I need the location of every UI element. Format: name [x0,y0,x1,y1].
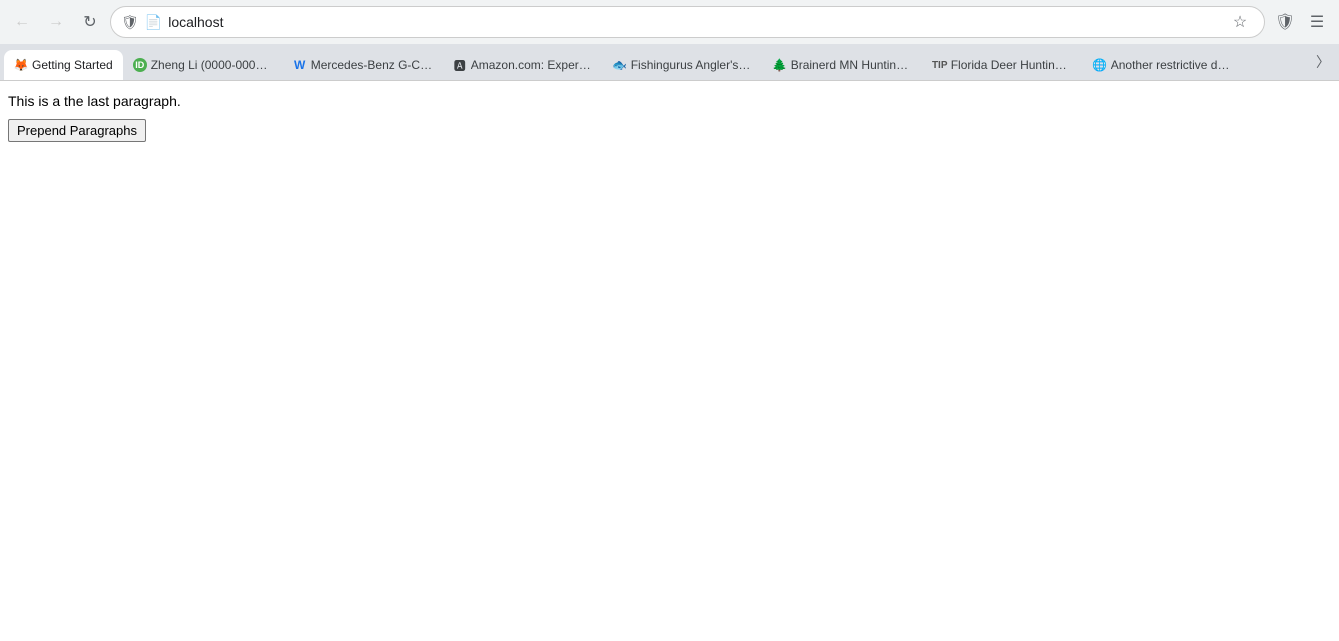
tab-favicon-getting-started: 🦊 [14,58,28,72]
tab-favicon-amazon: 🅰 [453,58,467,72]
tabs-bar: 🦊 Getting Started ID Zheng Li (0000-0002… [0,44,1339,80]
toolbar: ← → ↻ 🛡 📄 ☆ 🛡 ☰ [0,0,1339,44]
tab-label-amazon: Amazon.com: ExpertP... [471,58,593,72]
page-icon: 📄 [145,14,162,31]
tab-label-florida-deer: Florida Deer Hunting S... [951,58,1073,72]
tab-fishingurus[interactable]: 🐟 Fishingurus Angler's I... [603,50,763,80]
last-paragraph: This is a the last paragraph. [8,93,1331,109]
tab-getting-started[interactable]: 🦊 Getting Started [4,50,123,80]
tab-label-fishingurus: Fishingurus Angler's I... [631,58,753,72]
forward-button[interactable]: → [42,8,70,36]
bookmark-button[interactable]: ☆ [1226,8,1254,36]
tab-zheng-li[interactable]: ID Zheng Li (0000-0002-3... [123,50,283,80]
tab-another-restrictive[interactable]: 🌐 Another restrictive dee... [1083,50,1243,80]
shield-icon: 🛡 [121,14,139,31]
tab-favicon-mercedes: W [293,58,307,72]
page-content: This is a the last paragraph. Prepend Pa… [0,81,1339,641]
back-button[interactable]: ← [8,8,36,36]
tab-amazon[interactable]: 🅰 Amazon.com: ExpertP... [443,50,603,80]
tab-label-zheng-li: Zheng Li (0000-0002-3... [151,58,273,72]
shield-toolbar-button[interactable]: 🛡 [1271,8,1299,36]
tab-favicon-florida-deer: TIP [933,58,947,72]
address-bar: 🛡 📄 ☆ [110,6,1265,38]
toolbar-right: 🛡 ☰ [1271,8,1331,36]
prepend-paragraphs-button[interactable]: Prepend Paragraphs [8,119,146,142]
reload-button[interactable]: ↻ [76,8,104,36]
menu-button[interactable]: ☰ [1303,8,1331,36]
tab-florida-deer[interactable]: TIP Florida Deer Hunting S... [923,50,1083,80]
browser-chrome: ← → ↻ 🛡 📄 ☆ 🛡 ☰ 🦊 Getting Started ID Zhe… [0,0,1339,81]
tab-label-brainerd: Brainerd MN Hunting ... [791,58,913,72]
address-input[interactable] [168,14,1220,30]
tab-label-mercedes: Mercedes-Benz G-Clas... [311,58,433,72]
tabs-scroll-button[interactable]: 〉 [1311,50,1335,74]
tab-brainerd[interactable]: 🌲 Brainerd MN Hunting ... [763,50,923,80]
tab-label-another-restrictive: Another restrictive dee... [1111,58,1233,72]
tab-favicon-brainerd: 🌲 [773,58,787,72]
tab-favicon-zheng-li: ID [133,58,147,72]
tab-favicon-fishingurus: 🐟 [613,58,627,72]
tab-label-getting-started: Getting Started [32,58,113,72]
tab-mercedes[interactable]: W Mercedes-Benz G-Clas... [283,50,443,80]
tab-favicon-another-restrictive: 🌐 [1093,58,1107,72]
